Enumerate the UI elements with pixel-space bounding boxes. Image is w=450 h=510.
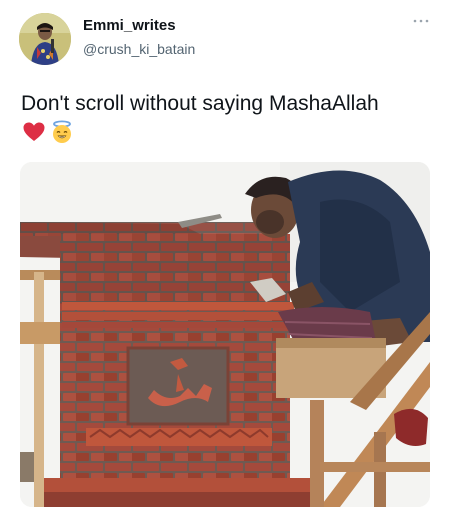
tweet-emoji-row: [22, 120, 74, 148]
avatar[interactable]: [19, 13, 71, 65]
user-handle[interactable]: @crush_ki_batain: [83, 41, 195, 57]
smiling-face-with-halo-emoji: [50, 120, 74, 144]
red-heart-emoji: [22, 120, 46, 144]
more-horizontal-icon[interactable]: [411, 14, 431, 28]
tweet-card: Emmi_writes @crush_ki_batain Don't scrol…: [0, 0, 450, 510]
tweet-media-photo[interactable]: [20, 162, 430, 507]
display-name[interactable]: Emmi_writes: [83, 17, 176, 34]
tweet-text: Don't scroll without saying MashaAllah: [21, 92, 379, 115]
